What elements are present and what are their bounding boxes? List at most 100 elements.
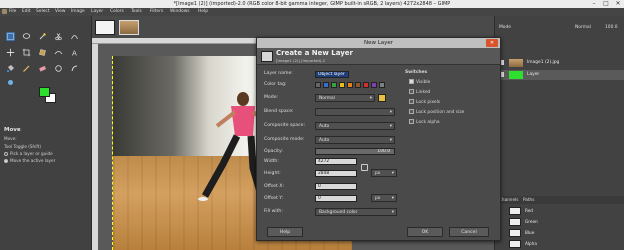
chevron-down-icon: ▾ bbox=[389, 124, 392, 129]
move-tool-icon[interactable] bbox=[6, 48, 15, 57]
composite-space-select[interactable]: Auto ▾ bbox=[315, 122, 395, 130]
height-label: Height: bbox=[264, 171, 281, 176]
composite-mode-select[interactable]: Auto ▾ bbox=[315, 136, 395, 144]
channel-row[interactable]: Red bbox=[495, 206, 624, 216]
channel-row[interactable]: Green bbox=[495, 217, 624, 227]
menu-filters[interactable]: Filters bbox=[150, 9, 163, 14]
menu-view[interactable]: View bbox=[55, 9, 65, 14]
color-tag-blue[interactable] bbox=[323, 82, 329, 88]
image-tab-thumbnail-active[interactable] bbox=[119, 20, 139, 35]
checkbox-icon bbox=[409, 99, 414, 104]
blend-space-select[interactable]: ▾ bbox=[315, 108, 395, 116]
fill-with-label: Fill with: bbox=[264, 209, 283, 214]
fill-with-value: Background color bbox=[319, 210, 358, 215]
text-tool-icon[interactable]: A bbox=[70, 48, 79, 58]
menu-windows[interactable]: Windows bbox=[170, 9, 190, 14]
composite-space-label: Composite space: bbox=[264, 123, 306, 128]
minimize-button[interactable]: – bbox=[588, 0, 600, 8]
color-tag-green[interactable] bbox=[331, 82, 337, 88]
move-active-layer-option[interactable]: Move the active layer bbox=[4, 158, 55, 163]
tab-channels[interactable]: Channels bbox=[499, 197, 518, 202]
transform-tool-icon[interactable] bbox=[38, 48, 47, 57]
tab-paths[interactable]: Paths bbox=[523, 197, 534, 202]
menu-select[interactable]: Select bbox=[36, 9, 50, 14]
switches-title: Switches bbox=[405, 70, 428, 75]
switch-lock-position[interactable]: Lock position and size bbox=[409, 109, 464, 115]
help-button[interactable]: Help bbox=[267, 227, 303, 237]
fuzzy-select-tool-icon[interactable] bbox=[38, 32, 47, 41]
dialog-close-button[interactable]: ✕ bbox=[486, 39, 498, 47]
color-tag-orange[interactable] bbox=[347, 82, 353, 88]
smudge-tool-icon[interactable] bbox=[70, 64, 79, 73]
offset-unit-select[interactable]: px ▾ bbox=[371, 194, 397, 202]
opacity-label: Opacity: bbox=[264, 149, 283, 154]
switch-visible[interactable]: Visible bbox=[409, 79, 430, 85]
offset-x-input[interactable]: 0 bbox=[315, 183, 357, 190]
checkbox-icon bbox=[409, 119, 414, 124]
menubar: File Edit Select View Image Layer Colors… bbox=[0, 8, 624, 16]
paths-tool-icon[interactable] bbox=[70, 32, 79, 41]
mode-select[interactable]: Normal ▾ bbox=[315, 94, 375, 102]
layers-mode-select[interactable]: Normal bbox=[575, 25, 591, 30]
layer-row-selected[interactable]: Layer bbox=[495, 70, 624, 80]
switch-linked[interactable]: Linked bbox=[409, 89, 430, 95]
maximize-button[interactable]: □ bbox=[600, 0, 612, 8]
menu-image[interactable]: Image bbox=[71, 9, 85, 14]
size-unit-select[interactable]: px ▾ bbox=[371, 169, 397, 177]
svg-text:A: A bbox=[72, 50, 77, 58]
tool-options-panel: Move Move: Tool Toggle (Shift) Pick a la… bbox=[0, 124, 91, 184]
opacity-slider[interactable]: 100.0 bbox=[315, 148, 395, 155]
mode-value: Normal bbox=[319, 96, 335, 101]
menu-colors[interactable]: Colors bbox=[110, 9, 124, 14]
switch-lock-pixels[interactable]: Lock pixels bbox=[409, 99, 440, 105]
color-tag-violet[interactable] bbox=[371, 82, 377, 88]
width-input[interactable]: 4272 bbox=[315, 158, 357, 165]
warp-tool-icon[interactable] bbox=[54, 48, 63, 57]
image-tabs bbox=[92, 16, 494, 38]
eraser-tool-icon[interactable] bbox=[38, 64, 47, 73]
radio-icon bbox=[4, 152, 8, 156]
color-tag-red[interactable] bbox=[363, 82, 369, 88]
lasso-tool-icon[interactable] bbox=[22, 32, 31, 41]
scissors-tool-icon[interactable] bbox=[54, 32, 63, 41]
layer-name: Image1 (2).jpg bbox=[527, 60, 560, 65]
height-input[interactable]: 2848 bbox=[315, 170, 357, 177]
fg-bg-color-swatches[interactable] bbox=[38, 86, 58, 104]
channel-row[interactable]: Blue bbox=[495, 228, 624, 238]
menu-layer[interactable]: Layer bbox=[91, 9, 103, 14]
move-active-layer-label: Move the active layer bbox=[10, 158, 56, 163]
cancel-button[interactable]: Cancel bbox=[449, 227, 489, 237]
channel-row[interactable]: Alpha bbox=[495, 239, 624, 249]
clone-tool-icon[interactable] bbox=[54, 64, 63, 73]
offset-unit-value: px bbox=[375, 196, 381, 201]
menu-tools[interactable]: Tools bbox=[131, 9, 142, 14]
offset-x-label: Offset X: bbox=[264, 184, 284, 189]
mode-reset-icon[interactable] bbox=[378, 94, 386, 102]
close-window-button[interactable]: ✕ bbox=[612, 0, 624, 8]
color-tag-gray[interactable] bbox=[379, 82, 385, 88]
image-tab-thumbnail[interactable] bbox=[95, 20, 115, 35]
checkbox-icon bbox=[409, 79, 414, 84]
fill-with-select[interactable]: Background color ▾ bbox=[315, 208, 397, 216]
paintbrush-tool-icon[interactable] bbox=[22, 64, 31, 73]
crop-tool-icon[interactable] bbox=[22, 48, 31, 57]
color-tag-yellow[interactable] bbox=[339, 82, 345, 88]
chevron-down-icon: ▾ bbox=[391, 171, 394, 176]
layer-name-input[interactable]: Object layer bbox=[315, 71, 349, 78]
switch-lock-alpha[interactable]: Lock alpha bbox=[409, 119, 440, 125]
layers-opacity-value[interactable]: 100.0 bbox=[605, 25, 618, 30]
bucket-fill-tool-icon[interactable] bbox=[6, 64, 15, 73]
color-tag-brown[interactable] bbox=[355, 82, 361, 88]
color-tag-none[interactable] bbox=[315, 82, 321, 88]
rect-select-tool-icon[interactable] bbox=[6, 32, 15, 41]
menu-edit[interactable]: Edit bbox=[22, 9, 31, 14]
offset-y-input[interactable]: 0 bbox=[315, 195, 357, 202]
layer-row[interactable]: Image1 (2).jpg bbox=[495, 58, 624, 68]
pick-layer-option[interactable]: Pick a layer or guide bbox=[4, 151, 53, 156]
ok-button[interactable]: OK bbox=[407, 227, 443, 237]
dodge-burn-tool-icon[interactable] bbox=[6, 78, 15, 87]
menu-file[interactable]: File bbox=[9, 9, 16, 14]
menu-help[interactable]: Help bbox=[198, 9, 208, 14]
chain-link-icon[interactable] bbox=[361, 164, 368, 171]
foreground-color-swatch[interactable] bbox=[39, 87, 50, 97]
